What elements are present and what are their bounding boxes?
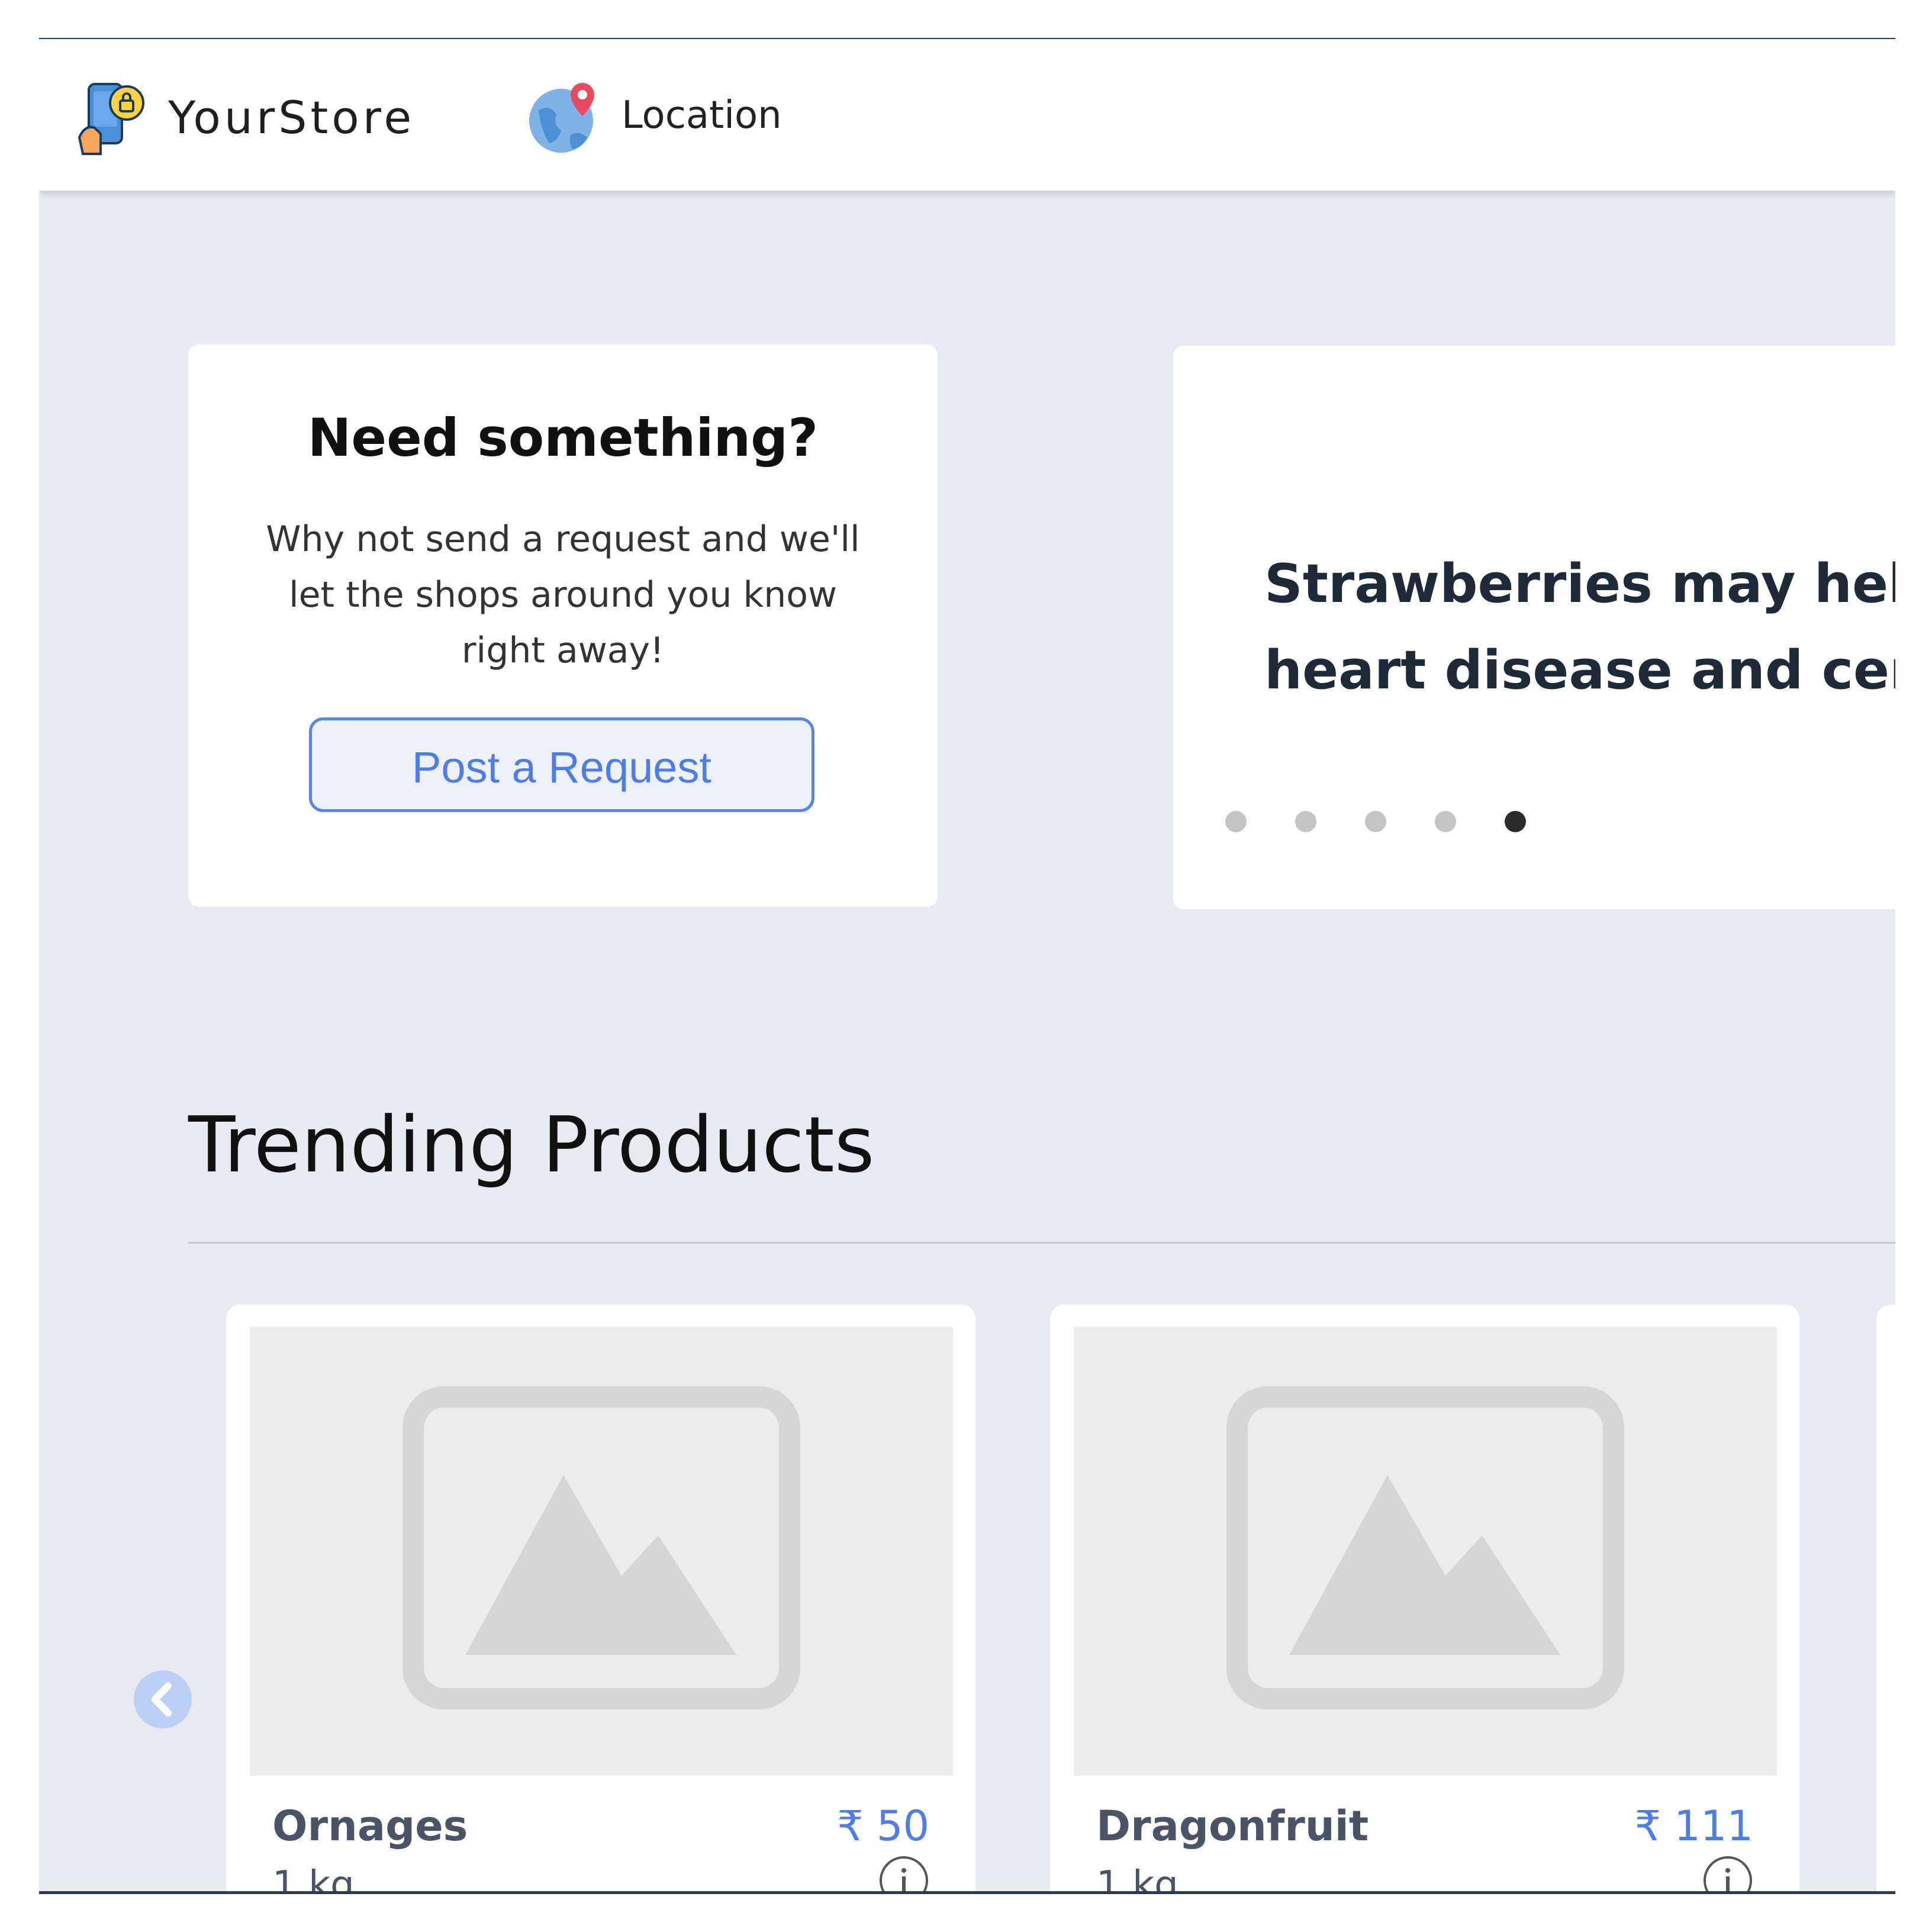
carousel-slide-line-1: Strawberries may help (1264, 553, 1895, 615)
main-content: Need something? Why not send a request a… (39, 191, 1895, 1894)
carousel-dot[interactable] (1435, 811, 1456, 832)
product-image-placeholder (1074, 1327, 1777, 1776)
carousel-slide-line-2: heart disease and cert (1264, 639, 1895, 701)
product-price: ₹ 111 (1634, 1802, 1753, 1850)
carousel-dot[interactable] (1295, 811, 1316, 832)
section-divider (188, 1242, 1895, 1244)
location-label[interactable]: Location (622, 94, 782, 137)
product-card-partial[interactable] (1876, 1305, 1895, 1894)
product-image-placeholder (250, 1327, 953, 1776)
carousel-slide-text: Strawberries may help heart disease and … (1264, 541, 1895, 714)
product-unit: 1 kg (272, 1863, 355, 1894)
request-card-description: Why not send a request and we'll let the… (266, 519, 860, 671)
carousel-dot[interactable] (1505, 811, 1526, 832)
product-name: Ornages (272, 1802, 468, 1850)
store-phone-logo-icon[interactable] (76, 80, 153, 157)
chevron-left-icon[interactable] (134, 1670, 192, 1728)
request-card: Need something? Why not send a request a… (188, 344, 938, 907)
image-placeholder-icon (402, 1386, 800, 1709)
info-icon[interactable] (1702, 1855, 1753, 1894)
info-icon[interactable] (878, 1855, 929, 1894)
product-card[interactable]: Dragonfruit ₹ 111 1 kg (1050, 1305, 1799, 1894)
request-card-title: Need something? (307, 407, 819, 468)
section-title: Trending Products (188, 1100, 875, 1190)
product-name: Dragonfruit (1096, 1802, 1369, 1850)
globe-location-icon[interactable] (526, 80, 600, 155)
info-carousel: Strawberries may help heart disease and … (1173, 346, 1895, 909)
carousel-dot[interactable] (1365, 811, 1386, 832)
post-request-button[interactable]: Post a Request (309, 717, 814, 812)
product-card[interactable]: Ornages ₹ 50 1 kg (226, 1305, 975, 1894)
image-placeholder-icon (1226, 1386, 1624, 1709)
top-navbar: YourStore Location (39, 39, 1895, 191)
carousel-dot[interactable] (1225, 811, 1247, 832)
brand-name[interactable]: YourStore (168, 91, 415, 144)
product-unit: 1 kg (1096, 1863, 1178, 1894)
window-bottom-border (39, 1891, 1895, 1894)
product-price: ₹ 50 (837, 1802, 929, 1850)
app-window: YourStore Location Need something? Why n… (39, 39, 1895, 1894)
